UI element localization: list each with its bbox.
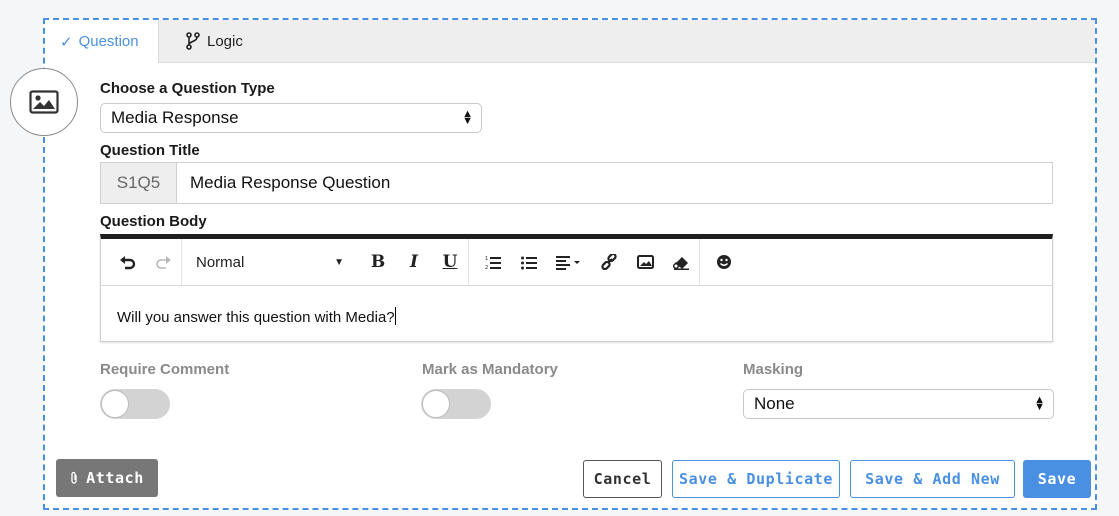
- redo-icon[interactable]: [145, 239, 181, 285]
- align-icon[interactable]: [547, 239, 591, 285]
- editor-toolbar: Normal ▼ B I U 12: [101, 239, 1052, 286]
- question-type-label: Choose a Question Type: [100, 80, 275, 97]
- branch-icon: [185, 32, 201, 50]
- toggle-knob: [101, 390, 129, 418]
- format-value: Normal: [196, 253, 245, 271]
- svg-text:2: 2: [485, 265, 488, 270]
- history-group: [101, 239, 182, 285]
- insert-image-icon[interactable]: [627, 239, 663, 285]
- tab-question-label: Question: [78, 33, 139, 50]
- eraser-icon[interactable]: [663, 239, 699, 285]
- mark-mandatory-label: Mark as Mandatory: [422, 361, 558, 378]
- ordered-list-icon[interactable]: 12: [475, 239, 511, 285]
- text-caret: [394, 307, 396, 325]
- mark-mandatory-toggle[interactable]: [421, 389, 491, 419]
- question-title-label: Question Title: [100, 142, 200, 159]
- caret-down-icon: ▼: [334, 256, 344, 268]
- list-group: 12: [469, 239, 700, 285]
- tab-logic[interactable]: Logic: [185, 20, 243, 62]
- bullet-list-icon[interactable]: [511, 239, 547, 285]
- save-add-new-button[interactable]: Save & Add New: [850, 460, 1015, 498]
- save-duplicate-button[interactable]: Save & Duplicate: [672, 460, 840, 498]
- emoji-icon[interactable]: [706, 239, 742, 285]
- svg-text:1: 1: [485, 256, 488, 262]
- attach-button[interactable]: Attach: [56, 459, 158, 497]
- underline-icon[interactable]: U: [432, 239, 468, 285]
- question-number-prefix: S1Q5: [101, 163, 177, 203]
- question-body-text-area[interactable]: Will you answer this question with Media…: [117, 307, 396, 326]
- question-body-label: Question Body: [100, 213, 207, 230]
- question-type-select[interactable]: Media Response ▲ ▼: [100, 103, 482, 133]
- check-icon: ✓: [60, 33, 73, 51]
- require-comment-toggle[interactable]: [100, 389, 170, 419]
- question-type-avatar: [10, 68, 78, 136]
- question-type-value: Media Response: [111, 108, 239, 127]
- question-title-field: S1Q5: [100, 162, 1053, 204]
- toggle-knob: [422, 390, 450, 418]
- tab-bar: ✓ Question Logic: [45, 20, 1095, 63]
- tab-question[interactable]: ✓ Question: [45, 20, 159, 63]
- require-comment-label: Require Comment: [100, 361, 230, 378]
- format-select[interactable]: Normal ▼: [182, 239, 360, 285]
- cancel-button[interactable]: Cancel: [583, 460, 662, 498]
- select-arrows-icon: ▲ ▼: [1034, 394, 1045, 413]
- question-title-input[interactable]: [177, 163, 1052, 203]
- undo-icon[interactable]: [109, 239, 145, 285]
- save-button[interactable]: Save: [1023, 460, 1091, 498]
- bold-icon[interactable]: B: [360, 239, 396, 285]
- masking-value: None: [754, 394, 795, 413]
- masking-select[interactable]: None ▲ ▼: [743, 389, 1054, 419]
- format-group: Normal ▼ B I U: [182, 239, 469, 285]
- paperclip-icon: [70, 471, 78, 485]
- select-arrows-icon: ▲ ▼: [462, 108, 473, 127]
- question-body-text: Will you answer this question with Media…: [117, 309, 395, 326]
- masking-label: Masking: [743, 361, 804, 378]
- question-body-editor: Normal ▼ B I U 12 Will you answer this q…: [100, 234, 1053, 342]
- link-icon[interactable]: [591, 239, 627, 285]
- image-icon: [29, 90, 59, 114]
- italic-icon[interactable]: I: [396, 239, 432, 285]
- attach-label: Attach: [86, 469, 144, 487]
- emoji-group: [700, 239, 742, 285]
- tab-logic-label: Logic: [207, 32, 243, 50]
